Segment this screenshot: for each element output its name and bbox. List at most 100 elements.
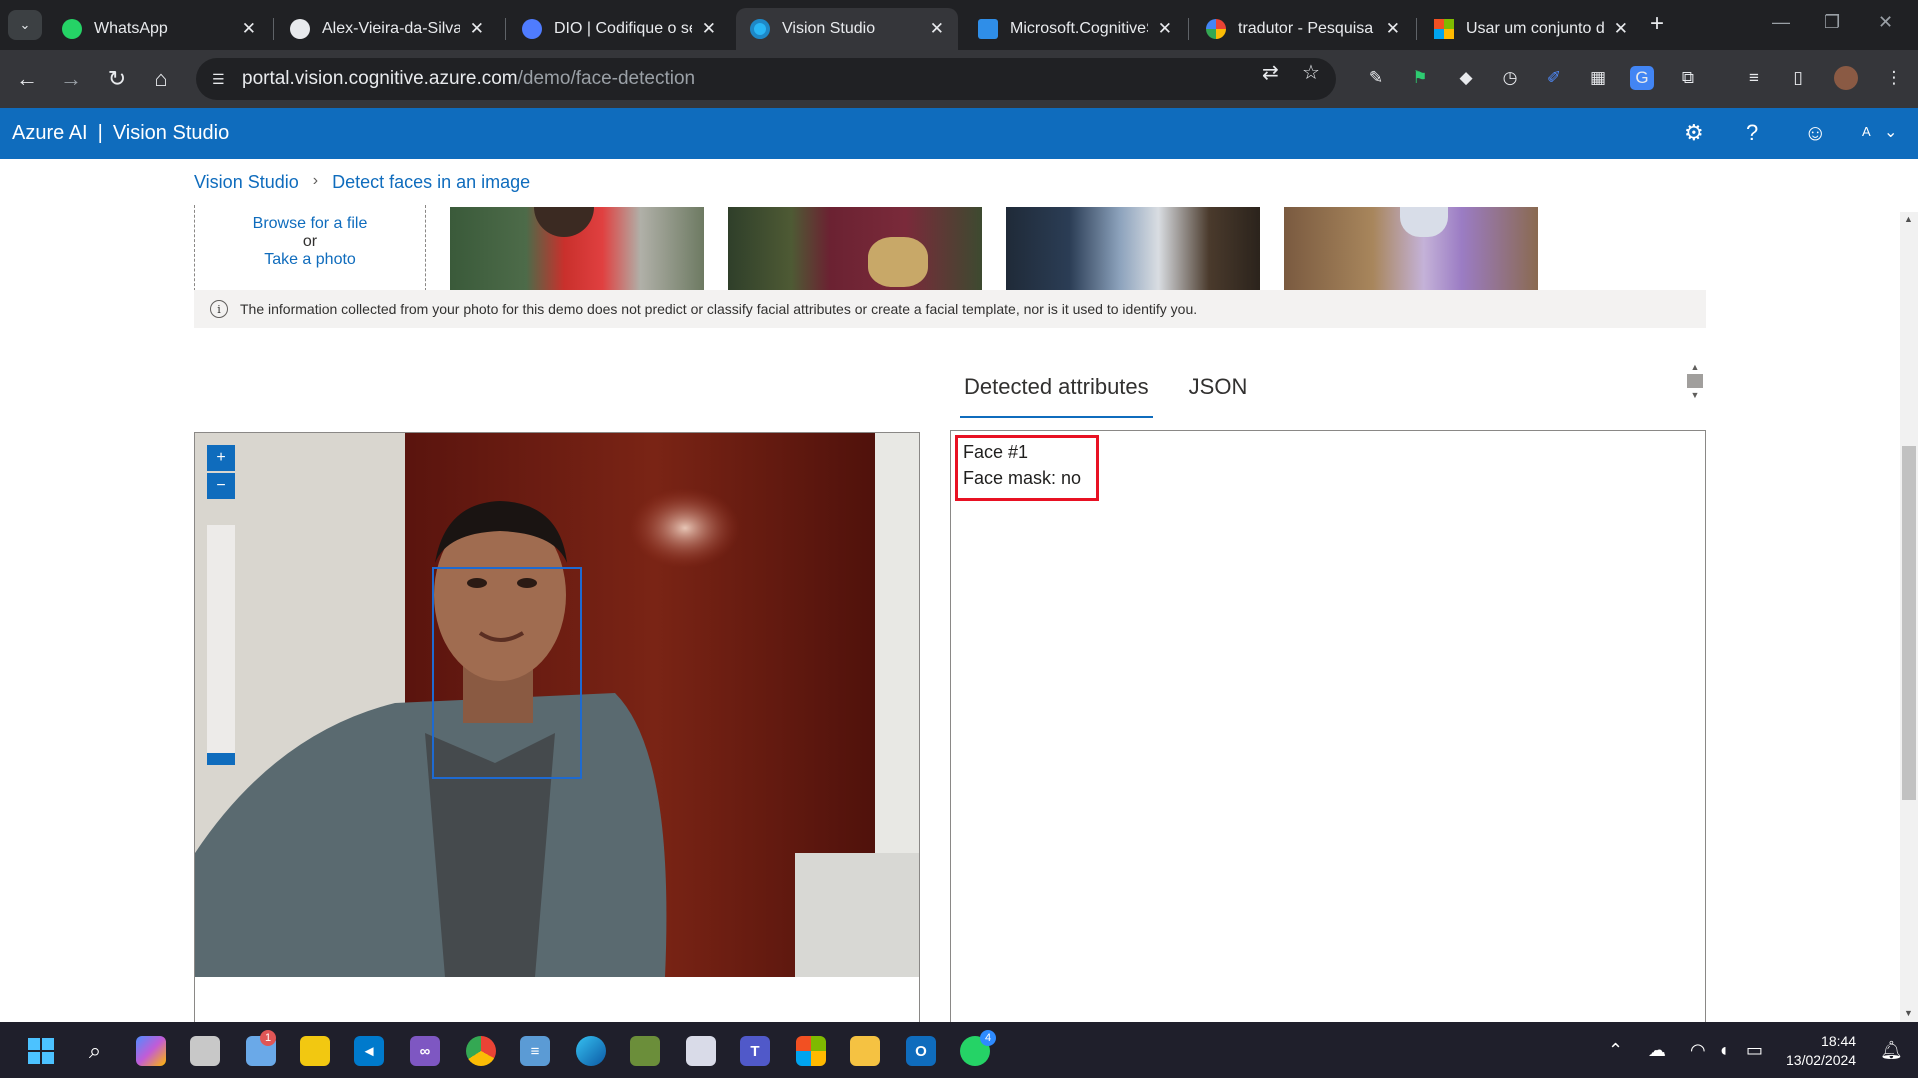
breadcrumb: Vision Studio › Detect faces in an image (194, 172, 530, 193)
page-scroll-thumb[interactable] (1902, 446, 1916, 800)
tab-divider (1416, 18, 1417, 40)
account-avatar[interactable]: A (1862, 124, 1871, 139)
chevron-down-icon[interactable]: ⌄ (1884, 122, 1897, 142)
reload-icon[interactable]: ↻ (102, 64, 132, 94)
notepad-icon[interactable]: ≡ (520, 1036, 550, 1066)
take-photo-link[interactable]: Take a photo (195, 251, 425, 269)
scroll-down-icon[interactable]: ▼ (1686, 390, 1704, 400)
bookmark-star-icon[interactable]: ☆ (1302, 60, 1320, 85)
browse-file-link[interactable]: Browse for a file (195, 215, 425, 233)
microsoft-store-icon[interactable] (796, 1036, 826, 1066)
header-brand[interactable]: Azure AI | Vision Studio (12, 122, 229, 145)
site-info-icon[interactable]: ☰ (212, 71, 234, 88)
weather-badge: 1 (260, 1030, 276, 1046)
restore-icon[interactable]: ❐ (1824, 12, 1840, 33)
close-window-icon[interactable]: ✕ (1878, 12, 1893, 33)
upload-drop-zone[interactable]: Browse for a file or Take a photo (194, 205, 426, 291)
vs-code-icon[interactable]: ◄ (354, 1036, 384, 1066)
zoom-in-button[interactable]: + (207, 445, 235, 471)
sample-image-woman-red[interactable] (450, 207, 704, 290)
close-tab-icon[interactable]: ✕ (1614, 19, 1628, 39)
scroll-thumb[interactable] (1687, 374, 1703, 388)
browser-tab-microsoft[interactable]: Usar um conjunto de ✕ (1420, 8, 1642, 50)
sample-image-group-seated[interactable] (1006, 207, 1260, 290)
copilot-icon[interactable] (136, 1036, 166, 1066)
tab-title: tradutor - Pesquisa G (1238, 20, 1376, 37)
notifications-bell-icon[interactable]: 🔔︎ (1880, 1040, 1903, 1061)
browser-tab-azure[interactable]: Microsoft.CognitiveS ✕ (964, 8, 1186, 50)
windows-start-icon[interactable] (26, 1036, 56, 1066)
browser-tab-strip: ⌄ WhatsApp ✕ Alex-Vieira-da-Silva ( ✕ DI… (0, 0, 1918, 50)
close-tab-icon[interactable]: ✕ (470, 19, 484, 39)
breadcrumb-root-link[interactable]: Vision Studio (194, 172, 299, 193)
zoom-slider-track[interactable] (207, 525, 235, 755)
teams-icon[interactable]: T (740, 1036, 770, 1066)
task-view-icon[interactable] (190, 1036, 220, 1066)
media-queue-icon[interactable]: ≡ (1742, 66, 1766, 90)
close-tab-icon[interactable]: ✕ (1158, 19, 1172, 39)
google-translate-extension-icon[interactable]: G (1630, 66, 1654, 90)
snipping-tool-icon[interactable] (686, 1036, 716, 1066)
settings-gear-icon[interactable]: ⚙ (1684, 120, 1704, 146)
feedback-smiley-icon[interactable]: ☺ (1804, 120, 1826, 146)
browser-tab-google[interactable]: tradutor - Pesquisa G ✕ (1192, 8, 1414, 50)
browser-tab-github[interactable]: Alex-Vieira-da-Silva ( ✕ (276, 8, 498, 50)
sample-image-woman-mask[interactable] (1284, 207, 1538, 290)
extensions-puzzle-icon[interactable]: ⧉ (1676, 66, 1700, 90)
onedrive-cloud-icon[interactable]: ☁ (1648, 1040, 1666, 1061)
cube-extension-icon[interactable]: ◆ (1454, 66, 1478, 90)
close-tab-icon[interactable]: ✕ (930, 19, 944, 39)
close-tab-icon[interactable]: ✕ (242, 19, 256, 39)
edge-icon[interactable] (576, 1036, 606, 1066)
tab-title: Alex-Vieira-da-Silva ( (322, 20, 460, 37)
help-icon[interactable]: ? (1746, 120, 1758, 146)
tab-scroll-control[interactable]: ▲ ▼ (1686, 362, 1704, 414)
zoom-out-button[interactable]: − (207, 473, 235, 499)
outlook-icon[interactable]: O (906, 1036, 936, 1066)
power-bi-icon[interactable] (300, 1036, 330, 1066)
tab-json[interactable]: JSON (1185, 370, 1252, 418)
tab-detected-attributes[interactable]: Detected attributes (960, 370, 1153, 418)
browser-tab-vision-studio[interactable]: Vision Studio ✕ (736, 8, 958, 50)
browser-tab-dio[interactable]: DIO | Codifique o seu ✕ (508, 8, 730, 50)
green-extension-icon[interactable]: ⚑ (1408, 66, 1432, 90)
sample-image-man-holding-object[interactable] (728, 207, 982, 290)
translate-icon[interactable]: ⇄ (1262, 60, 1279, 85)
tray-overflow-chevron-icon[interactable]: ⌃ (1608, 1040, 1623, 1061)
wifi-icon[interactable]: ◠ (1690, 1040, 1706, 1061)
speed-extension-icon[interactable]: ◷ (1498, 66, 1522, 90)
search-icon[interactable]: ⌕ (80, 1036, 110, 1066)
page-scrollbar[interactable]: ▲ ▼ (1900, 212, 1918, 1022)
file-explorer-icon[interactable] (850, 1036, 880, 1066)
scroll-up-arrow-icon[interactable]: ▲ (1904, 214, 1913, 224)
breadcrumb-current-link[interactable]: Detect faces in an image (332, 172, 530, 193)
system-clock[interactable]: 18:44 13/02/2024 (1786, 1032, 1856, 1070)
address-bar[interactable]: ☰ portal.vision.cognitive.azure.com/demo… (196, 58, 1336, 100)
minimize-icon[interactable]: — (1772, 12, 1790, 33)
side-panel-icon[interactable]: ▯ (1786, 66, 1810, 90)
profile-avatar-icon[interactable] (1834, 66, 1858, 90)
clock-time: 18:44 (1821, 1033, 1857, 1049)
browser-menu-icon[interactable]: ⋮ (1882, 66, 1906, 90)
new-tab-button[interactable]: + (1650, 10, 1664, 38)
battery-icon[interactable]: ▭ (1746, 1040, 1763, 1061)
forward-icon[interactable]: → (56, 64, 86, 94)
home-icon[interactable]: ⌂ (146, 64, 176, 94)
eyedropper-extension-icon[interactable]: ✎ (1364, 66, 1388, 90)
scroll-down-arrow-icon[interactable]: ▼ (1904, 1008, 1913, 1018)
browser-tab-whatsapp[interactable]: WhatsApp ✕ (48, 8, 270, 50)
whatsapp-icon (62, 19, 82, 39)
scroll-up-icon[interactable]: ▲ (1686, 362, 1704, 372)
close-tab-icon[interactable]: ✕ (702, 19, 716, 39)
pen-extension-icon[interactable]: ✐ (1542, 66, 1566, 90)
tab-search-button[interactable]: ⌄ (8, 10, 42, 40)
zoom-slider-thumb[interactable] (207, 753, 235, 765)
volume-icon[interactable]: ◖ (1718, 1040, 1729, 1061)
photos-icon[interactable] (630, 1036, 660, 1066)
back-icon[interactable]: ← (12, 64, 42, 94)
chrome-icon[interactable] (466, 1036, 496, 1066)
visual-studio-icon[interactable]: ∞ (410, 1036, 440, 1066)
close-tab-icon[interactable]: ✕ (1386, 19, 1400, 39)
qr-extension-icon[interactable]: ▦ (1586, 66, 1610, 90)
tab-title: WhatsApp (94, 20, 168, 37)
